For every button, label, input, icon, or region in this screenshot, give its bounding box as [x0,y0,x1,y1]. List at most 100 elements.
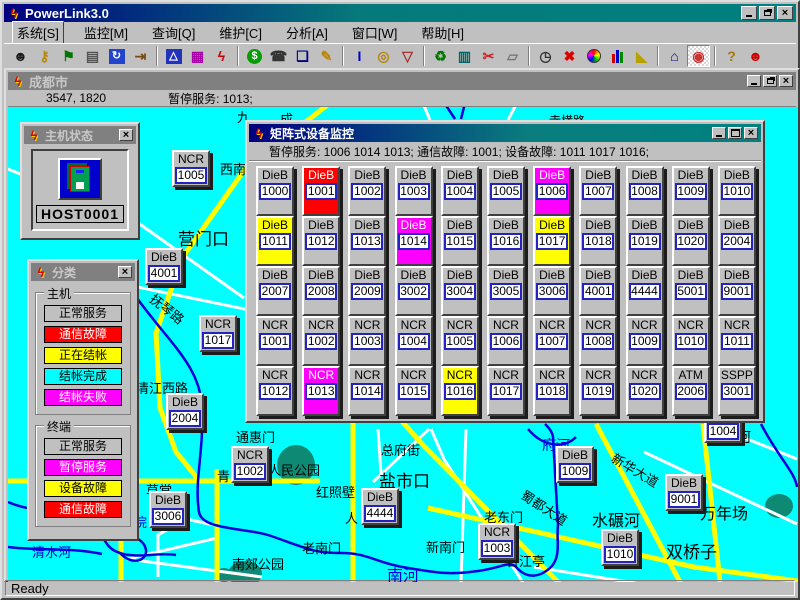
device-DieB-1017[interactable]: DieB1017 [533,216,571,266]
device-SSPP-3001[interactable]: SSPP3001 [718,366,756,416]
device-DieB-4001[interactable]: DieB4001 [579,266,617,316]
window-minimize-button[interactable] [741,6,757,20]
window-close-button[interactable]: × [118,266,132,278]
device-DieB-2009[interactable]: DieB2009 [348,266,386,316]
life-ring-button[interactable]: ◉ [687,45,710,67]
device-NCR-1011[interactable]: NCR1011 [718,316,756,366]
device-ATM-2006[interactable]: ATM2006 [672,366,710,416]
device-NCR-1003[interactable]: NCR1003 [478,523,516,560]
flag-button[interactable]: ⚑ [57,45,80,67]
column-button[interactable]: I [348,45,371,67]
device-DieB-2004[interactable]: DieB2004 [166,393,204,430]
device-DieB-2008[interactable]: DieB2008 [302,266,340,316]
menu-item-monitor[interactable]: 监控[M] [80,22,132,43]
device-NCR-1003[interactable]: NCR1003 [348,316,386,366]
device-NCR-1012[interactable]: NCR1012 [256,366,294,416]
device-DieB-2004[interactable]: DieB2004 [718,216,756,266]
delete-button[interactable]: ✖ [558,45,581,67]
device-DieB-1006[interactable]: DieB1006 [533,166,571,216]
brush-button[interactable]: ✎ [315,45,338,67]
device-DieB-1019[interactable]: DieB1019 [626,216,664,266]
device-DieB-1011[interactable]: DieB1011 [256,216,294,266]
device-DieB-3002[interactable]: DieB3002 [395,266,433,316]
window-maximize-button[interactable] [728,127,742,139]
menu-item-help[interactable]: 帮助[H] [417,22,468,43]
bar-chart-button[interactable] [606,45,629,67]
device-DieB-2007[interactable]: DieB2007 [256,266,294,316]
device-DieB-1001[interactable]: DieB1001 [302,166,340,216]
device-DieB-5001[interactable]: DieB5001 [672,266,710,316]
money-bag-button[interactable]: $ [243,45,266,67]
device-NCR-1017[interactable]: NCR1017 [199,315,237,352]
device-DieB-1007[interactable]: DieB1007 [579,166,617,216]
filter-funnel-button[interactable]: ▽ [396,45,419,67]
device-NCR-1018[interactable]: NCR1018 [533,366,571,416]
device-DieB-4444[interactable]: DieB4444 [361,488,399,525]
device-DieB-3004[interactable]: DieB3004 [441,266,479,316]
device-DieB-1020[interactable]: DieB1020 [672,216,710,266]
window-restore-button[interactable] [763,75,777,87]
exit-door-button[interactable]: ⇥ [129,45,152,67]
device-NCR-1006[interactable]: NCR1006 [487,316,525,366]
ruler-button[interactable]: ◣ [630,45,653,67]
device-NCR-1004[interactable]: NCR1004 [395,316,433,366]
window-close-button[interactable]: × [779,75,793,87]
menu-item-maintain[interactable]: 维护[C] [215,22,266,43]
key-button[interactable]: ⚷ [33,45,56,67]
gauge-button[interactable]: ◎ [372,45,395,67]
device-DieB-4001[interactable]: DieB4001 [145,248,183,285]
device-NCR-1019[interactable]: NCR1019 [579,366,617,416]
device-DieB-9001[interactable]: DieB9001 [665,474,703,511]
host-button[interactable] [58,158,102,200]
recycle-button[interactable]: ♻ [429,45,452,67]
device-DieB-9001[interactable]: DieB9001 [718,266,756,316]
device-DieB-3006[interactable]: DieB3006 [533,266,571,316]
window-restore-button[interactable] [759,6,775,20]
device-NCR-1009[interactable]: NCR1009 [626,316,664,366]
window-close-button[interactable]: × [744,127,758,139]
building-button[interactable]: ⌂ [663,45,686,67]
window-close-button[interactable]: × [777,6,793,20]
device-NCR-1010[interactable]: NCR1010 [672,316,710,366]
color-wheel-button[interactable] [582,45,605,67]
device-NCR-1001[interactable]: NCR1001 [256,316,294,366]
device-DieB-1004[interactable]: DieB1004 [441,166,479,216]
device-NCR-1002[interactable]: NCR1002 [302,316,340,366]
help-button[interactable]: ? [720,45,743,67]
device-NCR-1016[interactable]: NCR1016 [441,366,479,416]
device-DieB-1015[interactable]: DieB1015 [441,216,479,266]
eraser-button[interactable]: ▱ [501,45,524,67]
bank-button[interactable]: ▥ [453,45,476,67]
device-NCR-1005[interactable]: NCR1005 [441,316,479,366]
matrix-view-button[interactable]: ▦ [186,45,209,67]
device-NCR-1014[interactable]: NCR1014 [348,366,386,416]
phone-button[interactable]: ☎ [267,45,290,67]
device-NCR-1005[interactable]: NCR1005 [172,150,210,187]
device-DieB-3006[interactable]: DieB3006 [149,491,187,528]
device-DieB-3005[interactable]: DieB3005 [487,266,525,316]
clock-button[interactable]: ◷ [534,45,557,67]
device-DieB-1010[interactable]: DieB1010 [601,529,639,566]
device-DieB-1002[interactable]: DieB1002 [348,166,386,216]
find-user-button[interactable]: ☻ [9,45,32,67]
device-DieB-1014[interactable]: DieB1014 [395,216,433,266]
map-view-button[interactable]: △ [162,45,185,67]
window-minimize-button[interactable] [712,127,726,139]
device-NCR-1002[interactable]: NCR1002 [231,446,269,483]
lightning-button[interactable]: ϟ [210,45,233,67]
device-DieB-1016[interactable]: DieB1016 [487,216,525,266]
cascade-windows-button[interactable]: ❏ [291,45,314,67]
device-DieB-1009[interactable]: DieB1009 [672,166,710,216]
menu-item-query[interactable]: 查询[Q] [148,22,199,43]
device-DieB-1009[interactable]: DieB1009 [556,446,594,483]
device-NCR-1013[interactable]: NCR1013 [302,366,340,416]
device-DieB-1000[interactable]: DieB1000 [256,166,294,216]
device-DieB-4444[interactable]: DieB4444 [626,266,664,316]
device-NCR-1015[interactable]: NCR1015 [395,366,433,416]
device-NCR-1017[interactable]: NCR1017 [487,366,525,416]
device-DieB-1003[interactable]: DieB1003 [395,166,433,216]
device-NCR-1020[interactable]: NCR1020 [626,366,664,416]
menu-item-system[interactable]: 系统[S] [12,21,64,44]
menu-item-analyze[interactable]: 分析[A] [282,22,332,43]
device-DieB-1013[interactable]: DieB1013 [348,216,386,266]
